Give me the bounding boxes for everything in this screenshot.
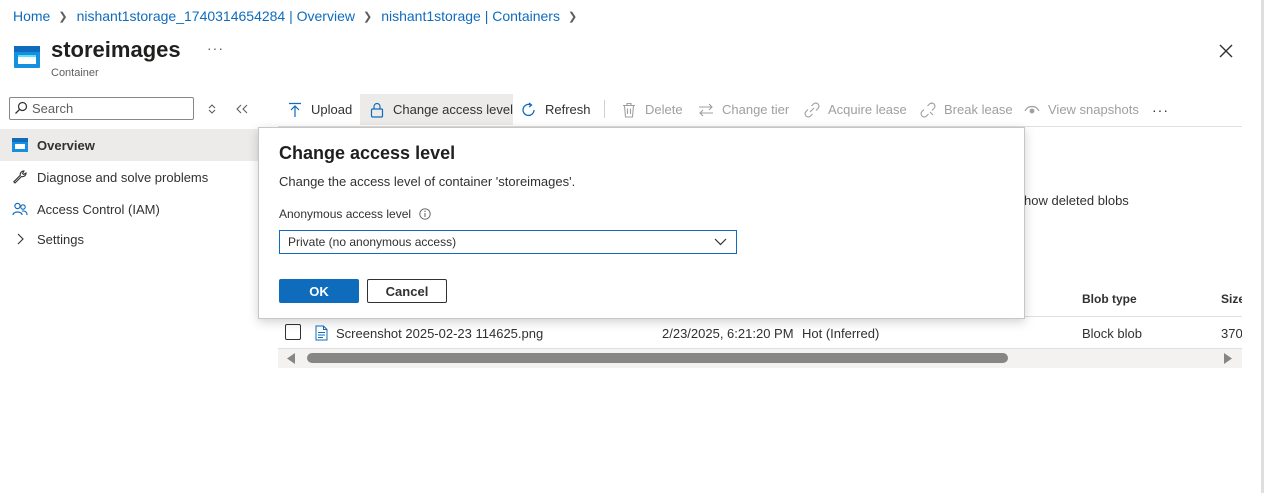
change-access-level-dialog: Change access level Change the access le… — [258, 127, 1025, 319]
sidebar-item-diagnose[interactable]: Diagnose and solve problems — [0, 161, 258, 193]
breadcrumb-containers[interactable]: nishant1storage | Containers — [381, 8, 560, 24]
broken-link-icon — [920, 101, 936, 118]
info-icon[interactable] — [419, 208, 431, 220]
column-header-blob-type[interactable]: Blob type — [1082, 292, 1137, 306]
row-checkbox[interactable] — [285, 324, 301, 340]
breadcrumb-storage-overview[interactable]: nishant1storage_1740314654284 | Overview — [77, 8, 355, 24]
breadcrumb-home[interactable]: Home — [13, 8, 50, 24]
collapse-sidebar-icon[interactable] — [235, 103, 249, 115]
sidebar-item-iam[interactable]: Access Control (IAM) — [0, 193, 258, 225]
page-subtitle: Container — [51, 67, 99, 79]
blob-name-link[interactable]: Screenshot 2025-02-23 114625.png — [336, 326, 543, 341]
refresh-label: Refresh — [545, 102, 591, 117]
people-icon — [12, 201, 28, 217]
access-level-label-text: Anonymous access level — [279, 207, 412, 221]
scrollbar-thumb[interactable] — [307, 353, 1008, 363]
change-tier-button[interactable]: Change tier — [698, 94, 789, 125]
sidebar-item-label: Overview — [37, 137, 95, 153]
sidebar-item-settings[interactable]: Settings — [0, 223, 258, 255]
sort-toggle-icon[interactable] — [206, 103, 218, 115]
dialog-title: Change access level — [279, 143, 456, 163]
link-icon — [804, 102, 820, 118]
change-tier-label: Change tier — [722, 102, 790, 117]
access-level-selected-value: Private (no anonymous access) — [288, 235, 457, 249]
trash-icon — [621, 102, 637, 118]
sidebar-item-label: Access Control (IAM) — [37, 201, 160, 217]
chevron-right-icon: ❯ — [567, 10, 578, 23]
wrench-icon — [12, 169, 28, 185]
change-access-level-button[interactable]: Change access level — [360, 94, 513, 125]
close-icon[interactable] — [1215, 40, 1237, 62]
chevron-right-icon — [12, 231, 28, 247]
refresh-icon — [521, 101, 537, 118]
ok-button[interactable]: OK — [279, 279, 359, 303]
view-snapshots-label: View snapshots — [1048, 102, 1139, 117]
blob-type: Block blob — [1082, 326, 1142, 341]
more-options-icon[interactable]: ··· — [207, 40, 224, 56]
blob-modified: 2/23/2025, 6:21:20 PM — [662, 326, 794, 341]
chevron-down-icon — [714, 238, 727, 246]
sidebar-item-label: Diagnose and solve problems — [37, 169, 209, 185]
blob-access-tier: Hot (Inferred) — [802, 326, 880, 341]
chevron-right-icon: ❯ — [58, 10, 68, 23]
upload-button[interactable]: Upload — [287, 94, 352, 125]
sidebar-item-overview[interactable]: Overview — [0, 129, 258, 161]
upload-label: Upload — [311, 102, 353, 117]
search-icon — [15, 101, 28, 114]
scroll-right-arrow-icon[interactable] — [1223, 353, 1233, 364]
refresh-button[interactable]: Refresh — [521, 94, 591, 125]
eye-icon — [1024, 102, 1040, 118]
container-icon — [12, 137, 28, 153]
more-toolbar-icon[interactable]: ··· — [1152, 94, 1169, 125]
acquire-lease-label: Acquire lease — [828, 102, 907, 117]
access-level-field-label: Anonymous access level — [279, 207, 431, 221]
view-snapshots-button[interactable]: View snapshots — [1024, 94, 1139, 125]
sidebar-item-label: Settings — [37, 231, 84, 247]
delete-button[interactable]: Delete — [621, 94, 683, 125]
upload-icon — [287, 102, 303, 118]
lock-icon — [369, 102, 385, 118]
delete-label: Delete — [645, 102, 683, 117]
break-lease-label: Break lease — [944, 102, 1013, 117]
scroll-left-arrow-icon[interactable] — [286, 353, 296, 364]
search-box[interactable] — [9, 97, 194, 120]
dialog-description: Change the access level of container 'st… — [279, 174, 576, 189]
change-access-level-label: Change access level — [393, 102, 513, 117]
page-title: storeimages — [51, 37, 181, 62]
container-icon — [14, 46, 40, 68]
access-level-dropdown[interactable]: Private (no anonymous access) — [279, 230, 737, 254]
acquire-lease-button[interactable]: Acquire lease — [804, 94, 907, 125]
swap-arrows-icon — [698, 102, 714, 118]
column-header-size[interactable]: Size — [1221, 292, 1242, 306]
break-lease-button[interactable]: Break lease — [920, 94, 1013, 125]
show-deleted-blobs-label[interactable]: how deleted blobs — [1024, 193, 1129, 208]
blob-size: 370 — [1221, 326, 1242, 341]
toolbar-divider — [604, 100, 605, 118]
breadcrumb: Home ❯ nishant1storage_1740314654284 | O… — [13, 8, 586, 24]
file-icon — [315, 325, 328, 341]
search-input[interactable] — [32, 101, 182, 116]
cancel-button[interactable]: Cancel — [367, 279, 447, 303]
chevron-right-icon: ❯ — [362, 10, 373, 23]
